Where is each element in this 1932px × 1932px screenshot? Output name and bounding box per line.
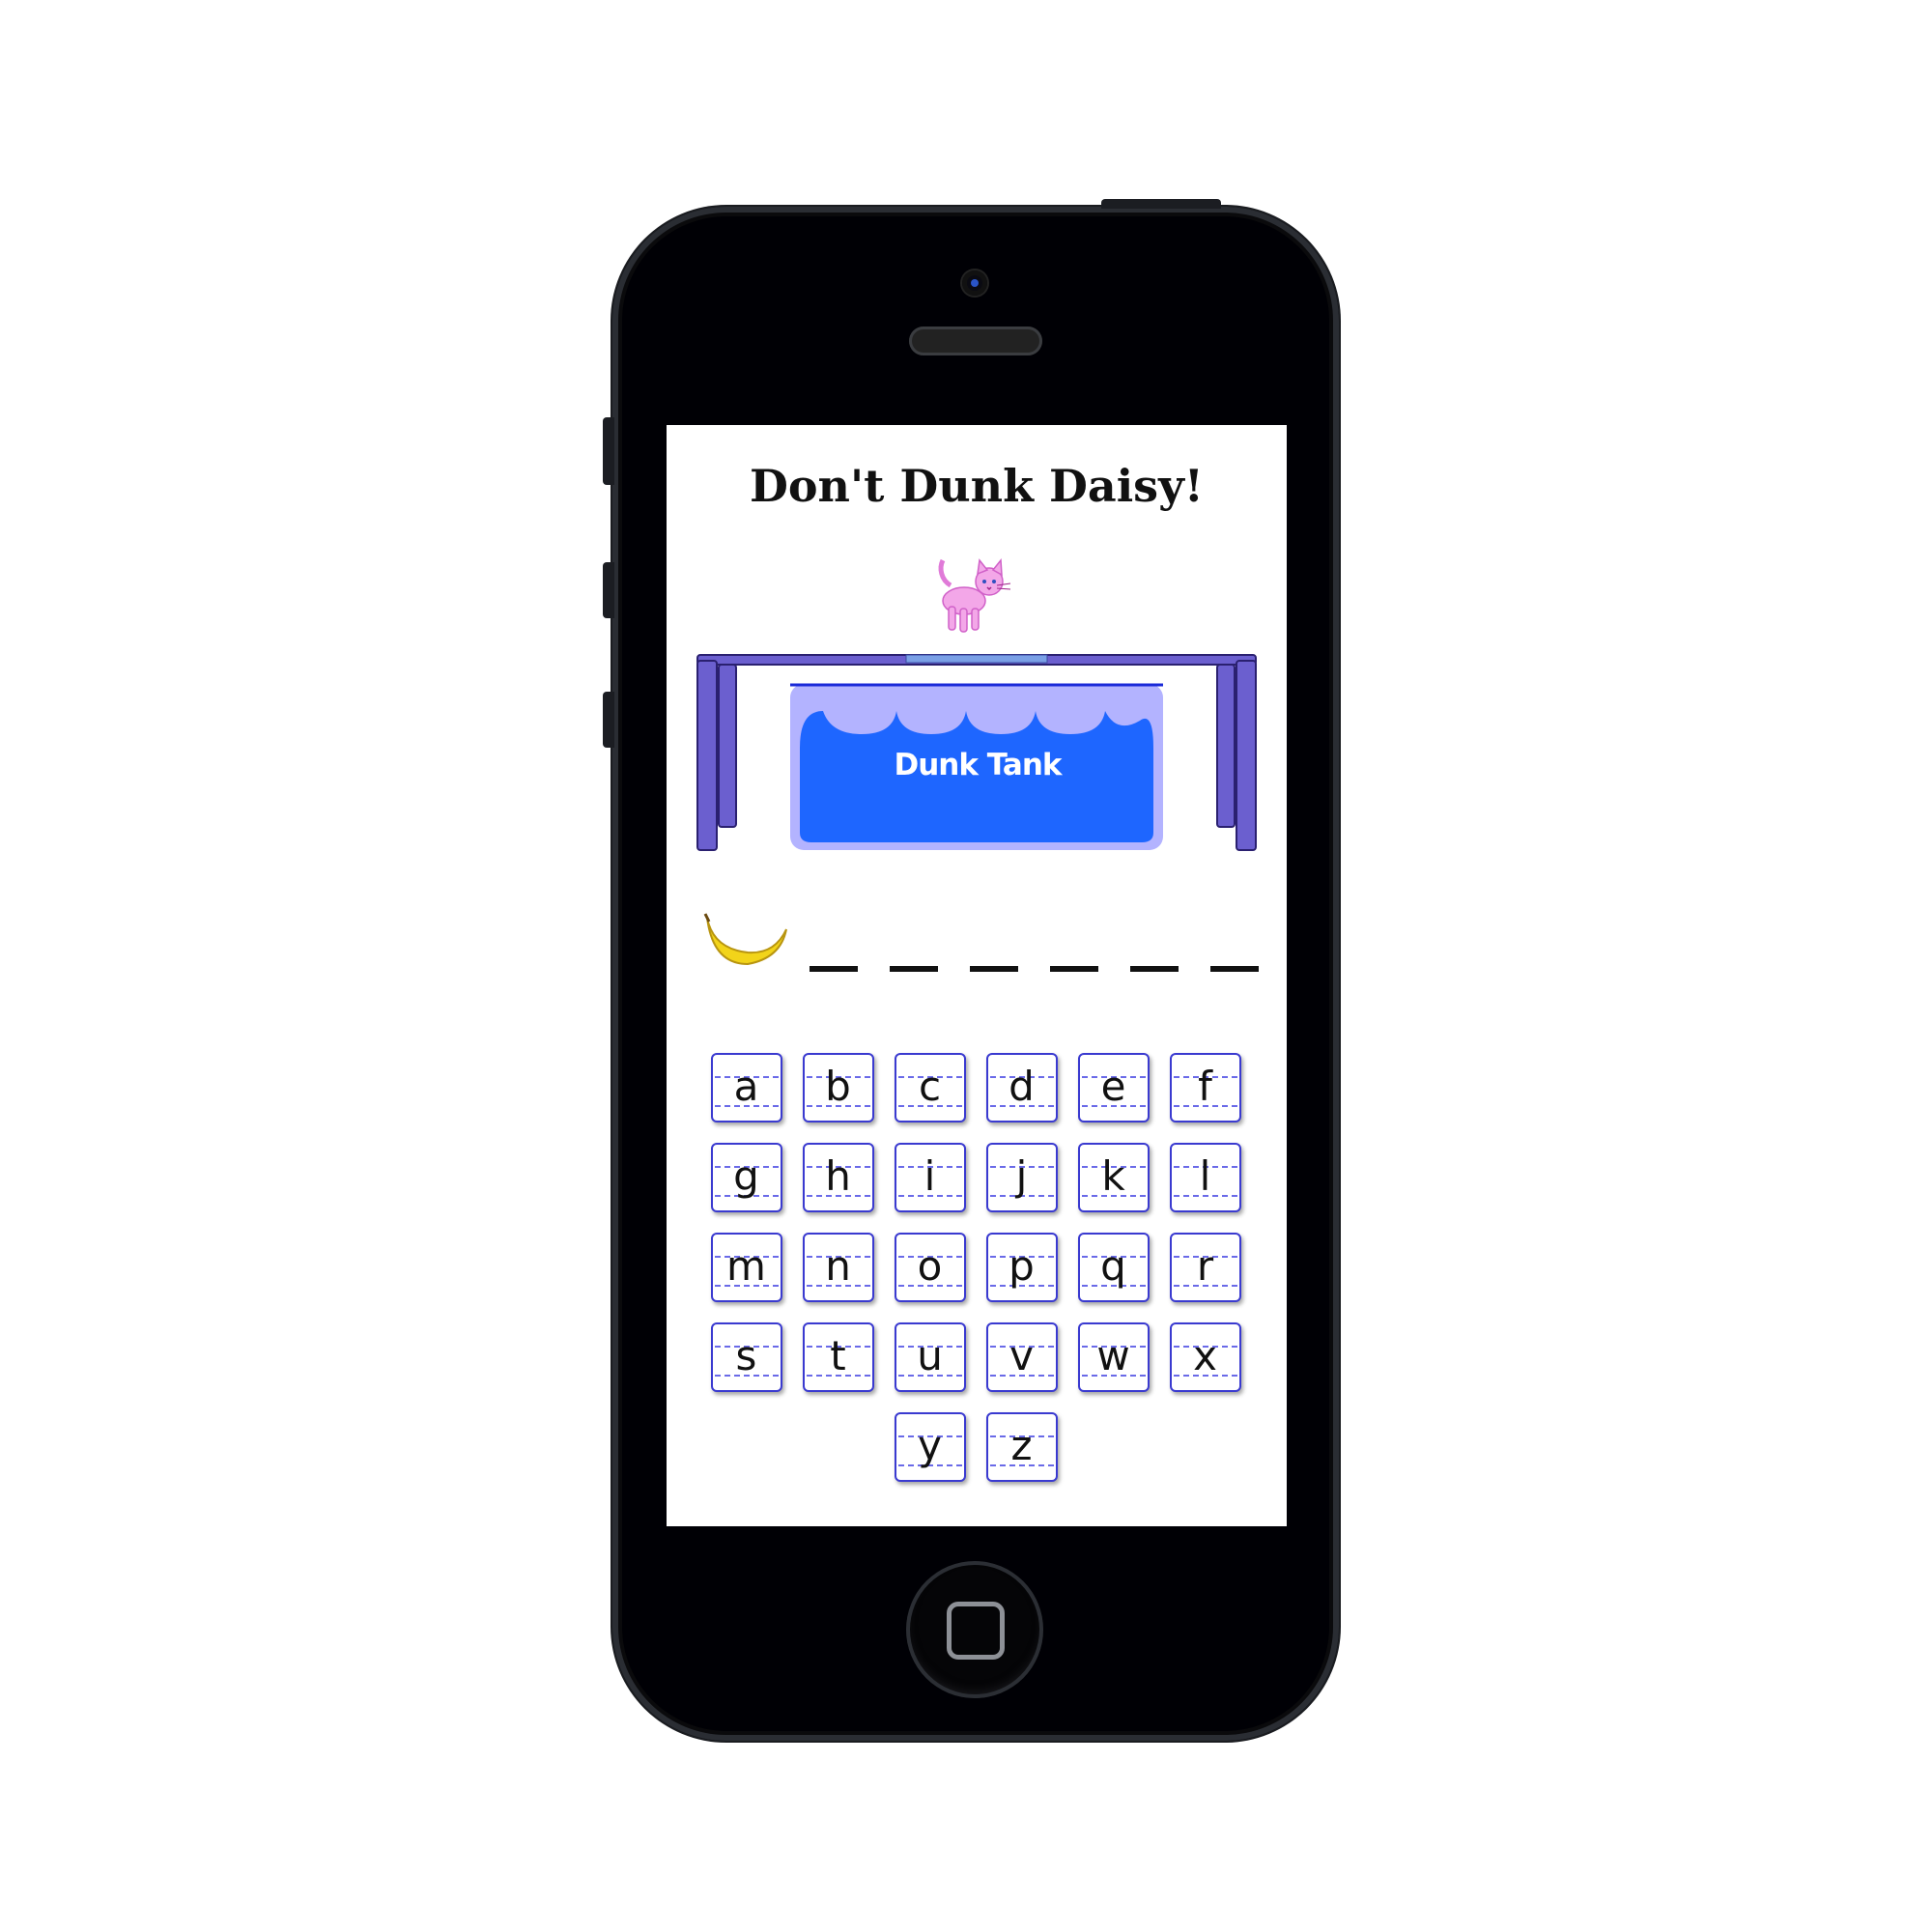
- word-blanks: [810, 966, 1259, 972]
- letter-key-w[interactable]: w: [1077, 1322, 1150, 1392]
- letter-key-p[interactable]: p: [985, 1233, 1058, 1302]
- letter-key-y[interactable]: y: [894, 1412, 966, 1482]
- letter-key-c[interactable]: c: [894, 1053, 966, 1122]
- keyboard-row: s t u v w x: [705, 1322, 1246, 1392]
- letter-key-l[interactable]: l: [1169, 1143, 1241, 1212]
- keyboard-row: y z: [705, 1412, 1246, 1482]
- letter-key-m[interactable]: m: [710, 1233, 782, 1302]
- game-screen: Don't Dunk Daisy! Dunk Tank a b c d e f …: [667, 425, 1287, 1526]
- letter-key-x[interactable]: x: [1169, 1322, 1241, 1392]
- cat-icon: [938, 558, 1011, 633]
- banana-icon: [703, 913, 787, 966]
- home-button[interactable]: [906, 1561, 1043, 1698]
- letter-blank: [810, 966, 858, 972]
- letter-key-u[interactable]: u: [894, 1322, 966, 1392]
- letter-blank: [970, 966, 1018, 972]
- letter-key-g[interactable]: g: [710, 1143, 782, 1212]
- letter-blank: [1210, 966, 1259, 972]
- letter-key-i[interactable]: i: [894, 1143, 966, 1212]
- letter-key-t[interactable]: t: [802, 1322, 874, 1392]
- letter-key-q[interactable]: q: [1077, 1233, 1150, 1302]
- letter-key-h[interactable]: h: [802, 1143, 874, 1212]
- letter-key-j[interactable]: j: [985, 1143, 1058, 1212]
- letter-key-k[interactable]: k: [1077, 1143, 1150, 1212]
- letter-key-d[interactable]: d: [985, 1053, 1058, 1122]
- letter-blank: [890, 966, 938, 972]
- home-square-icon: [947, 1602, 1005, 1660]
- keyboard-row: g h i j k l: [705, 1143, 1246, 1212]
- letter-key-r[interactable]: r: [1169, 1233, 1241, 1302]
- letter-key-o[interactable]: o: [894, 1233, 966, 1302]
- mute-switch: [603, 417, 614, 485]
- letter-key-z[interactable]: z: [985, 1412, 1058, 1482]
- page-title: Don't Dunk Daisy!: [749, 460, 1205, 512]
- letter-blank: [1050, 966, 1098, 972]
- letter-key-a[interactable]: a: [710, 1053, 782, 1122]
- letter-key-s[interactable]: s: [710, 1322, 782, 1392]
- letter-key-e[interactable]: e: [1077, 1053, 1150, 1122]
- volume-up-button: [603, 562, 614, 618]
- dunk-tank-label: Dunk Tank: [894, 748, 1062, 782]
- letter-blank: [1130, 966, 1179, 972]
- speaker-grille: [909, 327, 1042, 355]
- power-button: [1101, 199, 1221, 209]
- letter-key-f[interactable]: f: [1169, 1053, 1241, 1122]
- letter-key-v[interactable]: v: [985, 1322, 1058, 1392]
- letter-key-n[interactable]: n: [802, 1233, 874, 1302]
- camera-icon: [962, 270, 987, 296]
- volume-down-button: [603, 692, 614, 748]
- letter-key-b[interactable]: b: [802, 1053, 874, 1122]
- letter-keyboard: a b c d e f g h i j k l m n o p q r s t …: [705, 1053, 1246, 1502]
- keyboard-row: m n o p q r: [705, 1233, 1246, 1302]
- keyboard-row: a b c d e f: [705, 1053, 1246, 1122]
